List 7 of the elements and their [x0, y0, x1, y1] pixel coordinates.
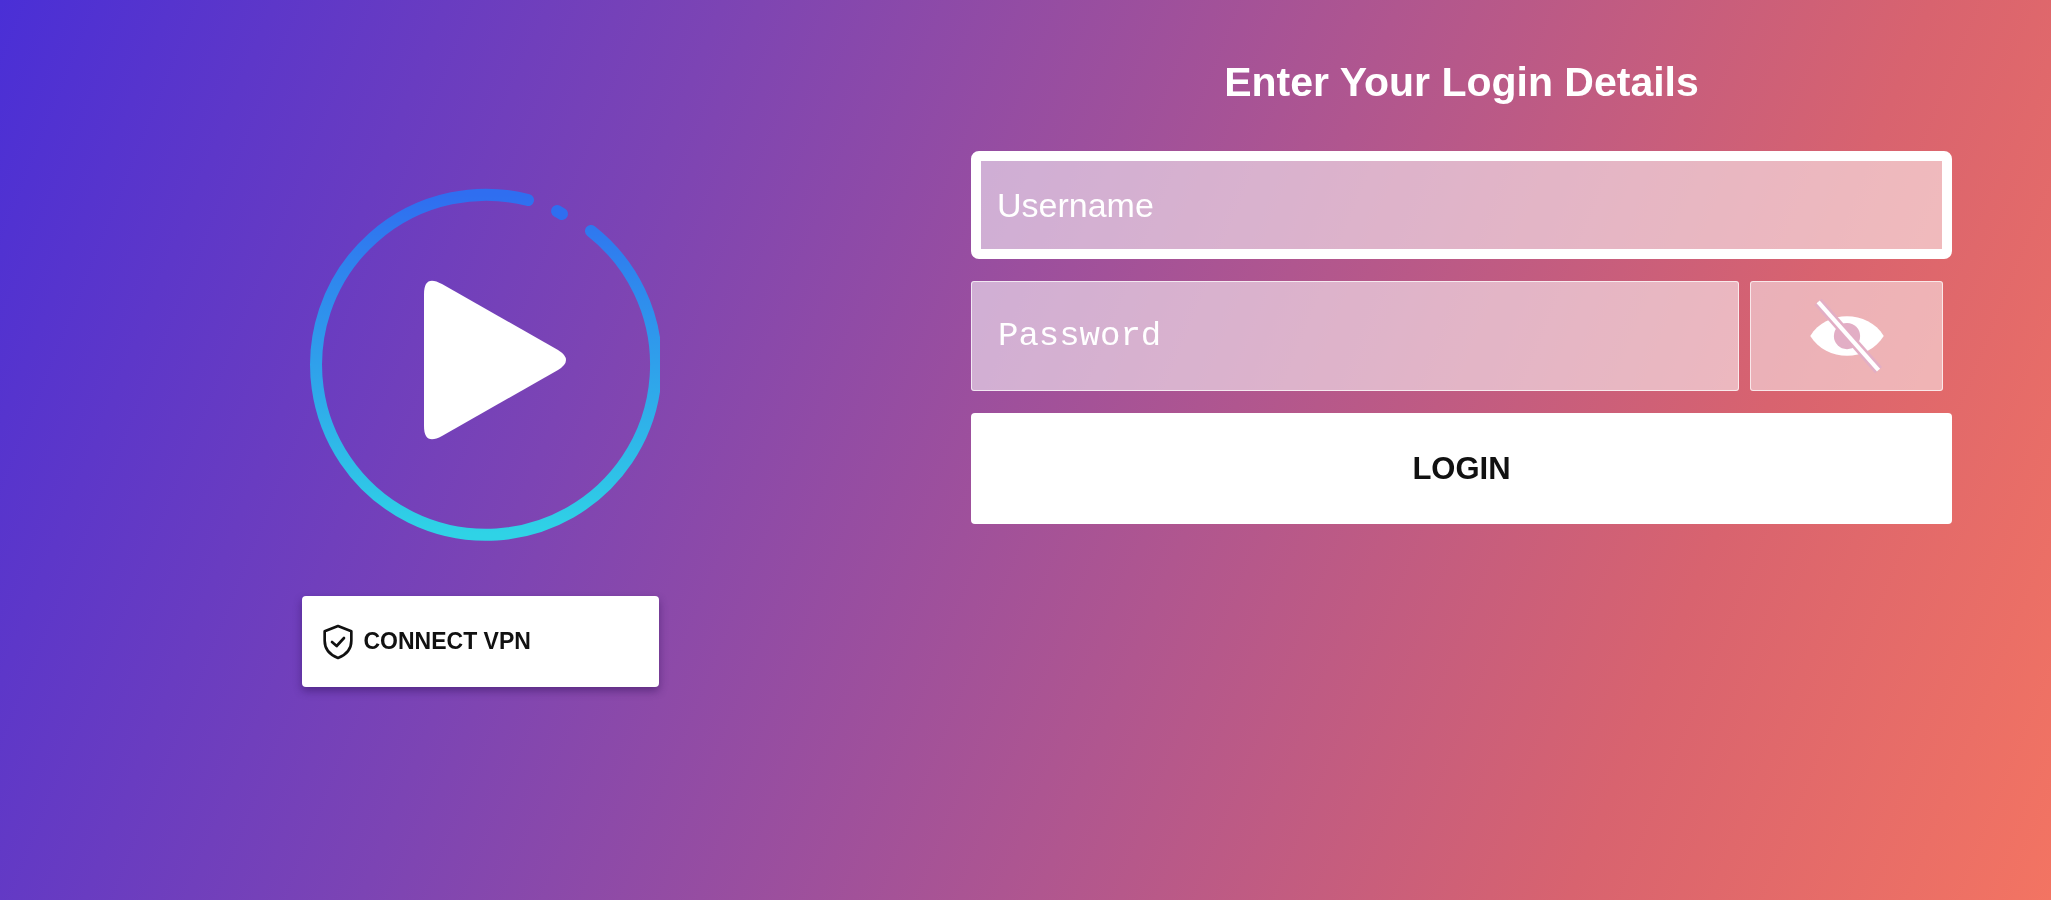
shield-check-icon	[321, 622, 354, 661]
password-field[interactable]: Password	[971, 281, 1739, 392]
form-title: Enter Your Login Details	[1223, 58, 1700, 107]
connect-vpn-button[interactable]: CONNECT VPN	[301, 596, 659, 687]
username-field[interactable]: Username	[971, 151, 1952, 260]
login-button[interactable]: LOGIN	[971, 413, 1952, 525]
toggle-visibility-button[interactable]	[1750, 281, 1943, 392]
